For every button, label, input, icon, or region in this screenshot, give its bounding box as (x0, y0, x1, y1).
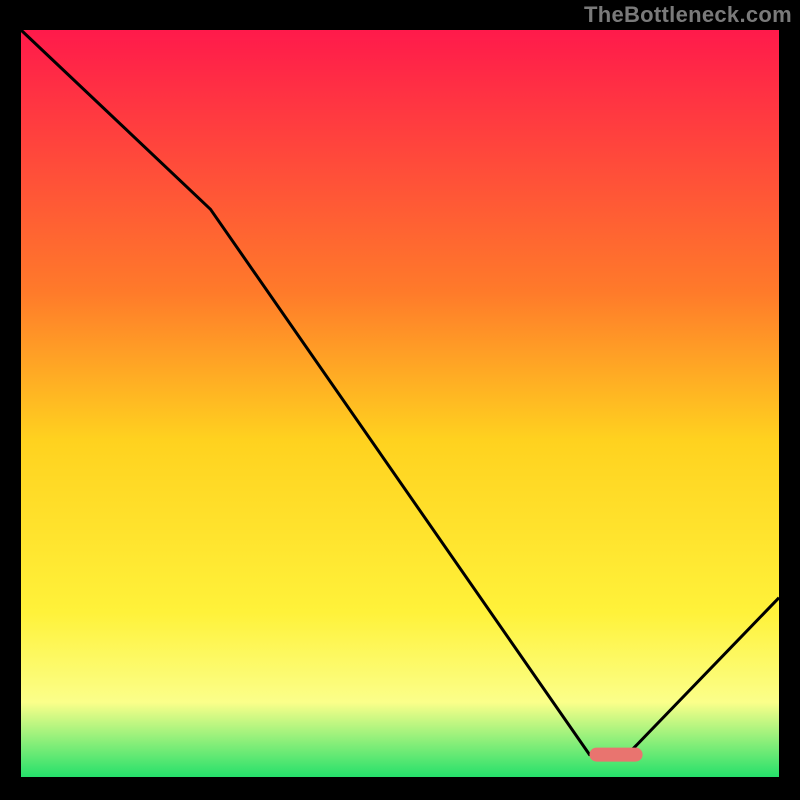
attribution-label: TheBottleneck.com (584, 2, 792, 28)
plot-area (21, 30, 779, 777)
optimal-marker (590, 748, 643, 762)
bottleneck-chart (0, 0, 800, 800)
chart-container: TheBottleneck.com (0, 0, 800, 800)
